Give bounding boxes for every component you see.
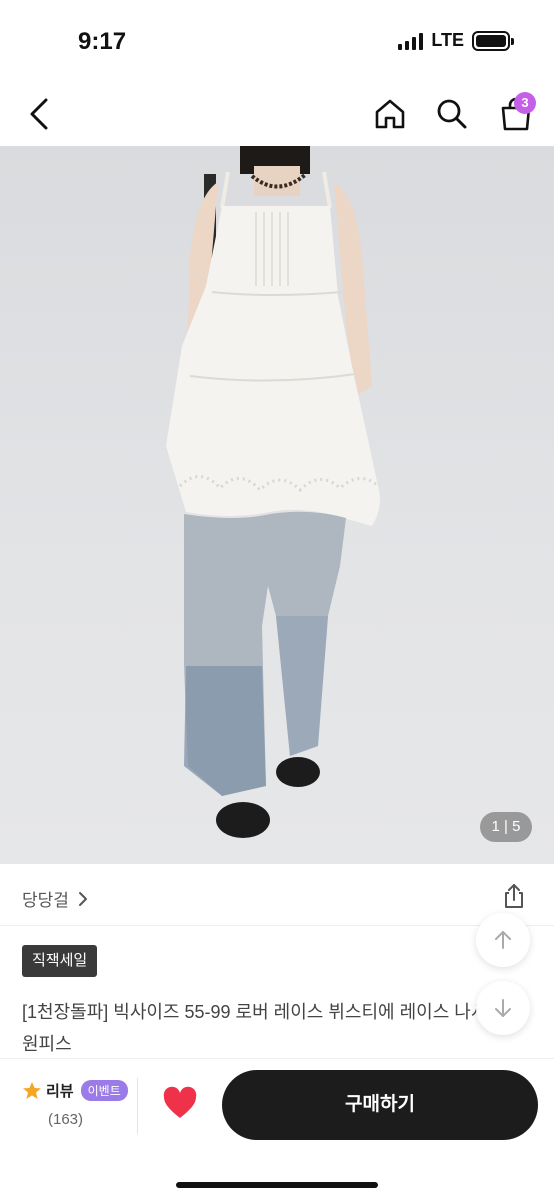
scroll-down-button[interactable] bbox=[476, 981, 530, 1035]
status-time: 9:17 bbox=[78, 28, 127, 55]
search-icon[interactable] bbox=[434, 96, 470, 132]
network-type: LTE bbox=[431, 30, 464, 50]
battery-icon bbox=[472, 30, 514, 51]
share-icon[interactable] bbox=[500, 882, 528, 910]
product-image[interactable] bbox=[0, 146, 554, 864]
pager-total: 5 bbox=[512, 818, 521, 835]
seller-name: 당당걸 bbox=[22, 891, 69, 910]
heart-icon[interactable] bbox=[162, 1086, 198, 1122]
status-indicators: LTE bbox=[398, 30, 514, 51]
pager-separator: | bbox=[499, 818, 513, 835]
scroll-up-button[interactable] bbox=[476, 913, 530, 967]
status-bar: 9:17 LTE bbox=[0, 0, 554, 80]
seller-link[interactable]: 당당걸 bbox=[22, 886, 89, 911]
review-button[interactable]: 리뷰 이벤트 (163) bbox=[22, 1080, 132, 1132]
buy-button[interactable]: 구매하기 bbox=[222, 1070, 538, 1140]
signal-icon bbox=[398, 32, 424, 50]
review-label: 리뷰 bbox=[46, 1083, 74, 1100]
top-nav bbox=[0, 84, 554, 144]
cart-count-badge: 3 bbox=[514, 92, 536, 114]
sale-tag: 직잭세일 bbox=[22, 945, 98, 977]
back-icon[interactable] bbox=[22, 94, 58, 134]
event-badge: 이벤트 bbox=[80, 1080, 128, 1101]
review-count: (163) bbox=[48, 1111, 84, 1128]
product-photo bbox=[166, 146, 380, 838]
chevron-right-icon bbox=[78, 891, 87, 906]
gallery-pager: 1 | 5 bbox=[480, 812, 532, 842]
pager-current: 1 bbox=[491, 818, 500, 835]
arrow-down-icon bbox=[495, 999, 511, 1017]
product-title: [1천장돌파] 빅사이즈 55-99 로버 레이스 뷔스티에 레이스 나시 원피… bbox=[22, 1002, 488, 1054]
arrow-up-icon bbox=[495, 931, 511, 949]
home-indicator bbox=[176, 1182, 378, 1188]
home-icon[interactable] bbox=[372, 96, 408, 132]
seller-row: 당당걸 bbox=[0, 866, 554, 926]
bottom-divider bbox=[137, 1078, 138, 1134]
star-icon bbox=[23, 1081, 41, 1099]
